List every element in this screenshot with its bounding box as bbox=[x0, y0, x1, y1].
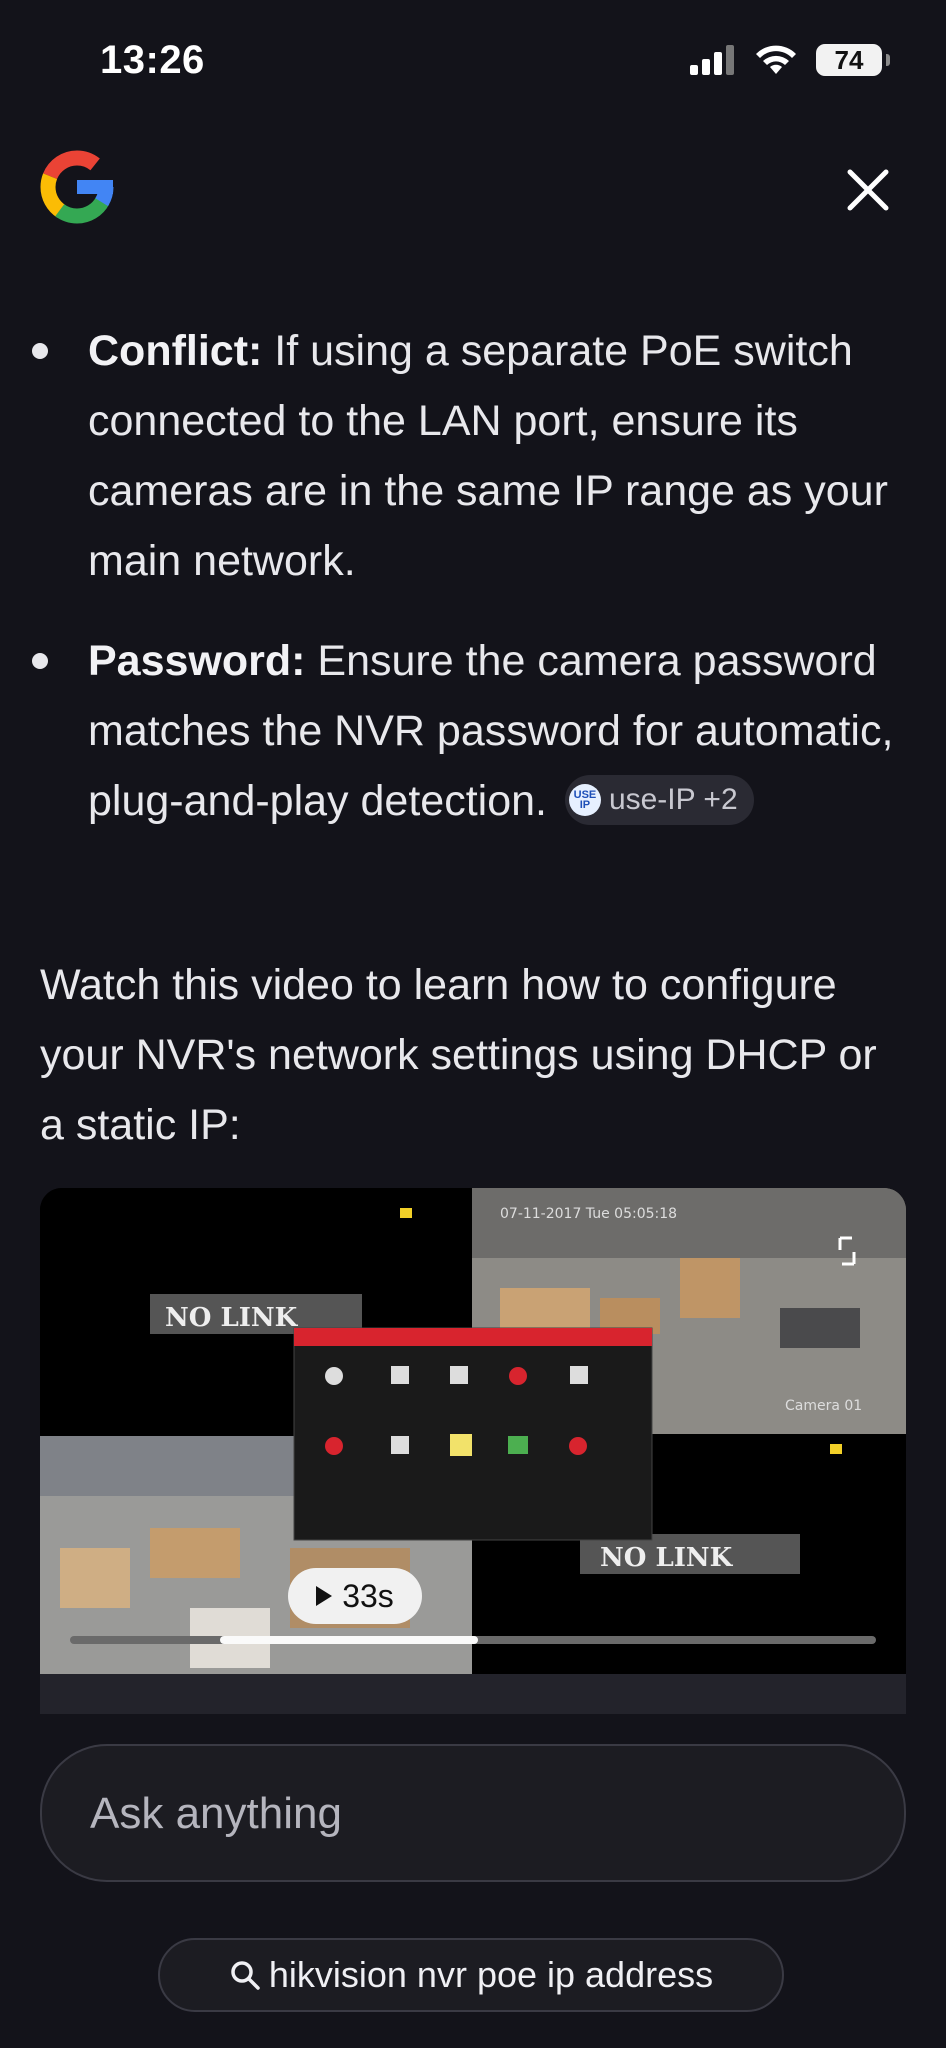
bullet-dot bbox=[32, 343, 48, 359]
video-card-footer bbox=[40, 1674, 906, 1714]
play-icon bbox=[316, 1586, 333, 1606]
ask-bar[interactable] bbox=[40, 1744, 906, 1882]
video-progress-fill bbox=[220, 1636, 478, 1644]
answer-bullet-list: Conflict: If using a separate PoE switch… bbox=[28, 316, 908, 866]
source-chip-label: use-IP +2 bbox=[608, 782, 738, 816]
use-ip-logo-icon: USE IP bbox=[568, 783, 601, 816]
video-duration: 33s bbox=[342, 1577, 394, 1614]
status-time: 13:26 bbox=[100, 38, 205, 82]
camera-label: Camera 01 bbox=[785, 1398, 862, 1414]
video-player[interactable]: NO LINK NO LINK 07-11-2017 Tue 05:05:18 … bbox=[40, 1188, 906, 1674]
bullet-conflict: Conflict: If using a separate PoE switch… bbox=[28, 316, 908, 596]
search-suggestion-chip[interactable]: hikvision nvr poe ip address bbox=[158, 1938, 784, 2012]
search-icon bbox=[231, 1961, 260, 1990]
bullet-title: Password: bbox=[88, 637, 306, 685]
battery-level: 74 bbox=[834, 44, 864, 75]
no-link-label-1: NO LINK bbox=[165, 1303, 299, 1333]
bullet-dot bbox=[32, 653, 48, 669]
ask-input[interactable] bbox=[88, 1746, 872, 1882]
source-chip[interactable]: USE IP use-IP +2 bbox=[564, 774, 754, 825]
search-suggestion-label: hikvision nvr poe ip address bbox=[268, 1954, 714, 1995]
play-duration-button[interactable]: 33s bbox=[288, 1568, 422, 1624]
google-g-icon[interactable] bbox=[36, 146, 118, 228]
battery-icon: 74 bbox=[816, 44, 890, 76]
close-icon[interactable] bbox=[844, 166, 892, 214]
no-link-label-2: NO LINK bbox=[600, 1543, 734, 1573]
bullet-title: Conflict: bbox=[88, 327, 263, 375]
camera-timestamp: 07-11-2017 Tue 05:05:18 bbox=[500, 1206, 677, 1222]
video-intro-text: Watch this video to learn how to configu… bbox=[40, 961, 877, 1149]
bullet-password: Password: Ensure the camera password mat… bbox=[28, 626, 908, 836]
status-icons: 74 bbox=[688, 44, 890, 76]
signal-icon bbox=[690, 45, 734, 75]
video-progress-bar[interactable] bbox=[70, 1636, 876, 1644]
video-thumbnail: NO LINK NO LINK 07-11-2017 Tue 05:05:18 … bbox=[40, 1188, 906, 1674]
wifi-icon bbox=[756, 45, 796, 74]
